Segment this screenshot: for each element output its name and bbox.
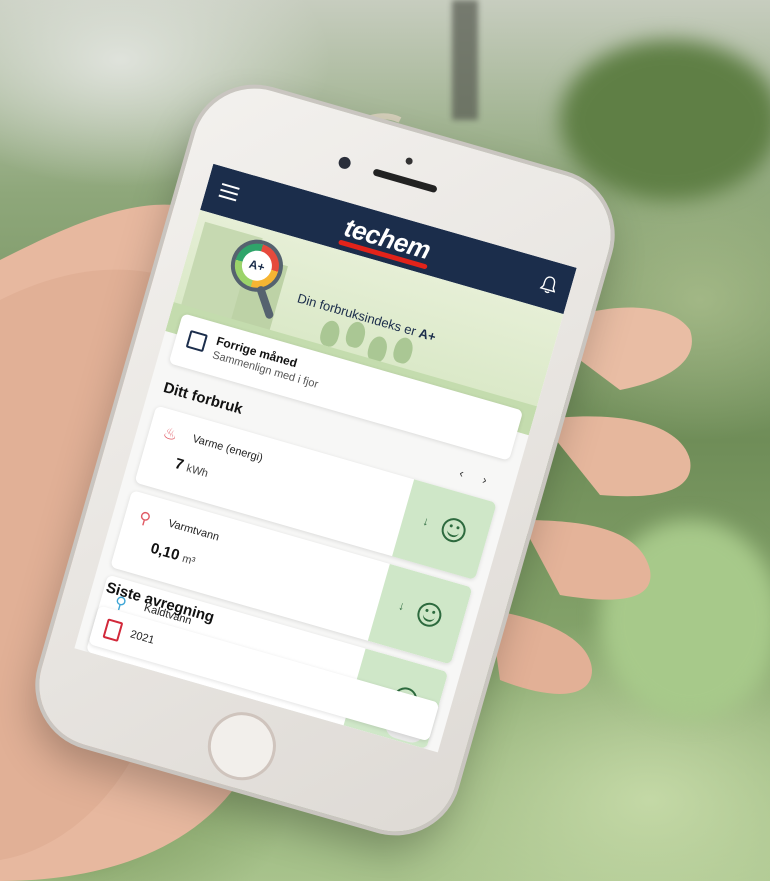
hot-water-tap-icon: ⚲ [136,509,153,529]
previous-arrow-icon[interactable]: ‹ [458,466,466,481]
hamburger-menu-icon[interactable] [218,182,240,202]
smiley-icon [390,684,420,715]
arrow-down-icon: ↓ [372,682,383,698]
smiley-icon [438,515,469,546]
calendar-icon [185,329,208,353]
improvement-indicator: ↓ [367,563,473,665]
arrow-down-icon: ↓ [396,598,407,614]
usage-value: 7 kWh [173,455,211,481]
usage-label: Varmtvann [166,517,221,544]
bell-icon[interactable] [539,274,559,296]
usage-unit: kWh [184,462,210,481]
usage-unit: m³ [156,637,173,653]
usage-value: 0,39 m³ [124,624,173,653]
rating-label: A+ [238,247,276,285]
next-arrow-icon[interactable]: › [481,473,489,488]
usage-number: 0,10 [148,539,182,565]
usage-number: 7 [172,455,186,474]
heat-icon: ♨ [160,424,180,445]
usage-unit: m³ [180,552,197,568]
usage-number: 0,39 [124,624,158,649]
usage-label: Kaldtvann [142,602,193,628]
arrow-down-icon: ↓ [421,513,431,529]
tree-illustration [391,335,416,366]
cold-water-tap-icon: ⚲ [112,593,129,614]
usage-label: Varme (energi) [191,432,265,465]
consumption-index-text: Din forbruksindeks er A+ [296,290,438,344]
usage-value: 0,10 m³ [149,540,198,569]
smiley-icon [414,599,445,630]
index-grade: A+ [417,325,438,345]
